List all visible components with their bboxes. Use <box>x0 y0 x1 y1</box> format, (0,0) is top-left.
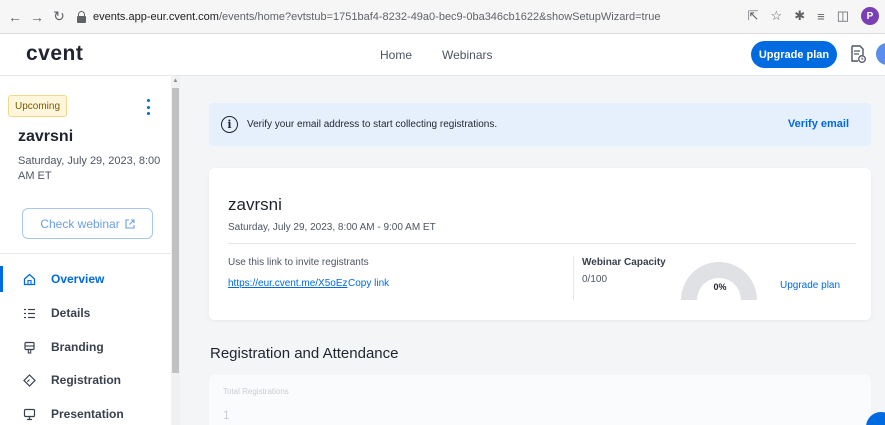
forward-icon[interactable]: → <box>28 8 46 26</box>
copy-link-button[interactable]: Copy link <box>348 278 389 289</box>
capacity-upgrade-link[interactable]: Upgrade plan <box>780 280 840 291</box>
sidebar-item-label: Details <box>51 306 91 320</box>
capacity-percent: 0% <box>713 282 727 292</box>
total-registrations-label: Total Registrations <box>223 387 289 396</box>
tag-icon <box>22 373 36 387</box>
sidebar-divider <box>0 253 171 254</box>
check-webinar-button[interactable]: Check webinar <box>22 208 153 239</box>
check-webinar-label: Check webinar <box>40 216 120 231</box>
active-indicator <box>0 266 3 292</box>
list-icon <box>22 306 36 320</box>
url-path: /events/home?evtstub=1751baf4-8232-49a0-… <box>218 11 661 23</box>
sidebar-item-label: Registration <box>51 373 122 387</box>
sidebar-item-overview[interactable]: Overview <box>0 262 171 296</box>
address-bar[interactable]: events.app-eur.cvent.com/events/home?evt… <box>76 6 770 28</box>
scroll-up-arrow-icon[interactable]: ▲ <box>172 78 179 85</box>
invite-link-url[interactable]: https://eur.cvent.me/X5oEz <box>228 278 348 289</box>
capacity-gauge <box>681 262 757 300</box>
browser-toolbar: ← → ↻ events.app-eur.cvent.com/events/ho… <box>0 0 885 34</box>
more-options-icon[interactable] <box>143 99 153 115</box>
verify-email-alert: i Verify your email address to start col… <box>209 103 871 146</box>
app-header: cvent Home Webinars Upgrade plan <box>0 34 885 76</box>
sidebar-event-date: Saturday, July 29, 2023, 8:00 AM ET <box>18 155 161 182</box>
extensions-icon[interactable]: ✱ <box>794 8 805 24</box>
side-panel-icon[interactable]: ◫ <box>837 8 849 24</box>
sidebar-event-name: zavrsni <box>18 128 74 145</box>
registration-section-title: Registration and Attendance <box>210 345 399 362</box>
reload-icon[interactable]: ↻ <box>50 8 68 26</box>
registration-stats-card: Total Registrations 1 <box>209 375 871 425</box>
palette-icon <box>22 340 36 354</box>
sidebar-scrollbar-thumb[interactable] <box>172 88 179 373</box>
top-navigation: Home Webinars <box>380 48 492 62</box>
invite-link-label: Use this link to invite registrants <box>228 257 369 268</box>
reading-list-icon[interactable]: ≡ <box>817 9 825 24</box>
back-icon[interactable]: ← <box>6 8 24 26</box>
upgrade-plan-button[interactable]: Upgrade plan <box>751 41 837 68</box>
capacity-divider <box>573 256 574 300</box>
profile-avatar[interactable]: P <box>861 7 879 25</box>
total-registrations-value: 1 <box>223 408 230 422</box>
monitor-icon <box>22 407 36 421</box>
alert-message: Verify your email address to start colle… <box>247 119 498 130</box>
event-summary-card: zavrsni Saturday, July 29, 2023, 8:00 AM… <box>209 168 871 320</box>
verify-email-link[interactable]: Verify email <box>788 118 849 130</box>
sidebar-item-label: Presentation <box>51 407 124 421</box>
nav-webinars[interactable]: Webinars <box>442 48 492 62</box>
share-icon[interactable]: ⇱ <box>748 8 759 24</box>
user-avatar[interactable] <box>876 43 885 65</box>
status-badge: Upcoming <box>8 95 68 117</box>
sidebar-item-details[interactable]: Details <box>0 296 171 330</box>
home-icon <box>22 272 36 286</box>
sidebar-item-label: Branding <box>51 340 104 354</box>
event-datetime: Saturday, July 29, 2023, 8:00 AM - 9:00 … <box>228 222 436 233</box>
sidebar-item-branding[interactable]: Branding <box>0 330 171 364</box>
cvent-logo[interactable]: cvent <box>26 42 83 66</box>
external-link-icon <box>125 218 135 229</box>
nav-home[interactable]: Home <box>380 48 412 62</box>
bookmark-star-icon[interactable]: ☆ <box>771 8 783 24</box>
sidebar-item-label: Overview <box>51 272 105 286</box>
card-divider <box>228 243 856 244</box>
sidebar-item-registration[interactable]: Registration <box>0 363 171 397</box>
url-host: events.app-eur.cvent.com <box>93 11 219 23</box>
capacity-label: Webinar Capacity <box>582 257 666 268</box>
event-title: zavrsni <box>228 195 282 214</box>
info-icon: i <box>221 116 238 133</box>
capacity-value: 0/100 <box>582 274 608 285</box>
lock-icon <box>76 11 87 23</box>
document-clock-icon[interactable] <box>850 45 866 63</box>
sidebar-item-presentation[interactable]: Presentation <box>0 397 171 425</box>
